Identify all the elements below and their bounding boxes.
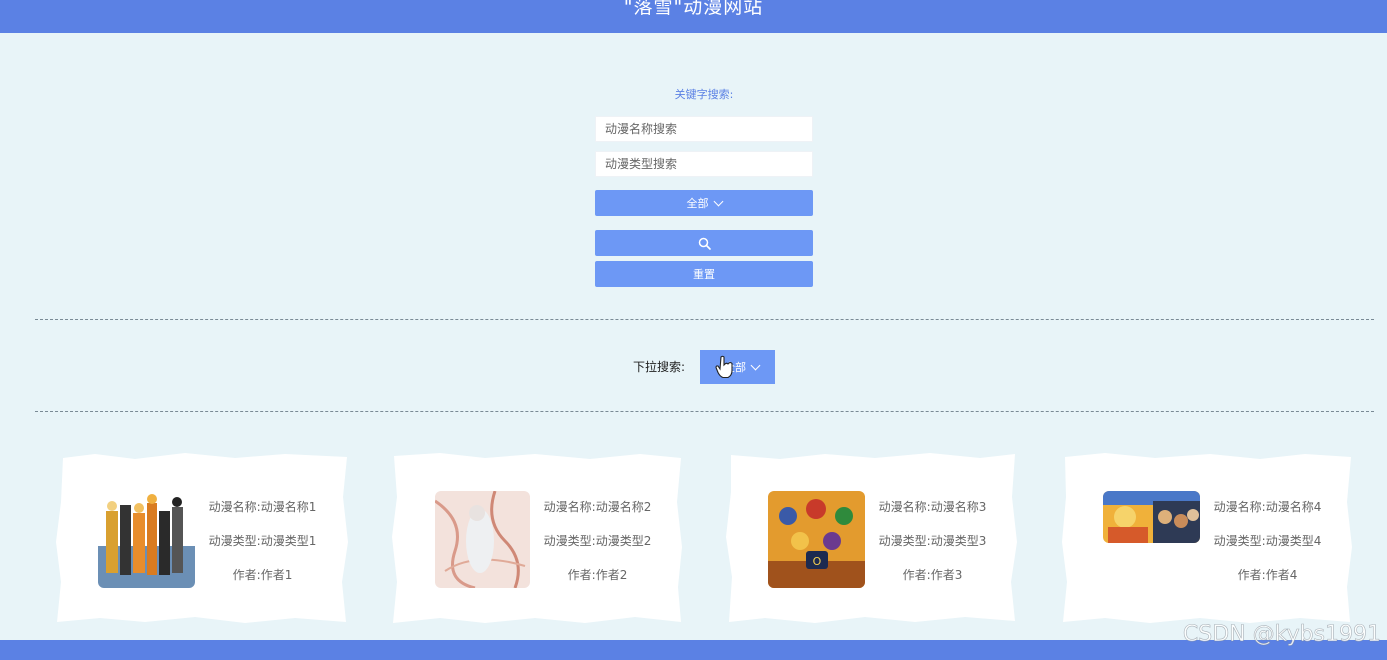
keyword-search-label: 关键字搜索: <box>674 88 734 101</box>
anime-author: 作者:作者4 <box>1237 568 1298 582</box>
divider <box>35 319 1374 320</box>
anime-name: 动漫名称:动漫名称1 <box>208 500 317 514</box>
search-button[interactable] <box>595 230 813 256</box>
watermark: CSDN @kybs1991 <box>1182 622 1382 648</box>
anime-thumbnail <box>98 491 195 588</box>
top-bar: "落雪"动漫网站 <box>0 0 1387 33</box>
anime-name: 动漫名称:动漫名称2 <box>543 500 652 514</box>
category-filter-value: 全部 <box>686 197 709 210</box>
anime-thumbnail <box>1103 491 1200 543</box>
dropdown-search-label: 下拉搜索: <box>633 360 686 374</box>
chevron-down-icon <box>750 360 761 370</box>
divider <box>35 411 1374 412</box>
anime-name: 动漫名称:动漫名称3 <box>878 500 987 514</box>
anime-name: 动漫名称:动漫名称4 <box>1213 500 1322 514</box>
page: "落雪"动漫网站 关键字搜索: 全部 重置 下拉搜索: 全部 <box>0 0 1387 660</box>
search-icon <box>698 237 711 250</box>
anime-thumbnail <box>435 491 530 588</box>
anime-author: 作者:作者1 <box>232 568 293 582</box>
hand-cursor-icon <box>715 355 733 379</box>
anime-type: 动漫类型:动漫类型3 <box>878 534 987 548</box>
anime-card[interactable]: 动漫名称:动漫名称1 动漫类型:动漫类型1 作者:作者1 <box>55 452 348 624</box>
anime-type: 动漫类型:动漫类型1 <box>208 534 317 548</box>
dropdown-search-button[interactable]: 全部 <box>700 350 775 384</box>
anime-card[interactable]: 动漫名称:动漫名称2 动漫类型:动漫类型2 作者:作者2 <box>390 452 683 624</box>
anime-author: 作者:作者2 <box>567 568 628 582</box>
svg-text:O: O <box>813 555 822 568</box>
chevron-down-icon <box>713 196 723 206</box>
anime-name-search-input[interactable] <box>595 116 813 142</box>
anime-thumbnail: O <box>768 491 865 588</box>
category-filter-select[interactable]: 全部 <box>595 190 813 216</box>
anime-author: 作者:作者3 <box>902 568 963 582</box>
anime-type-search-input[interactable] <box>595 151 813 177</box>
anime-card[interactable]: O 动漫名称:动漫名称3 动漫类型:动漫类型3 作者:作者3 <box>725 452 1018 624</box>
anime-card[interactable]: 动漫名称:动漫名称4 动漫类型:动漫类型4 作者:作者4 <box>1060 452 1353 624</box>
anime-type: 动漫类型:动漫类型2 <box>543 534 652 548</box>
footer-bar <box>0 640 1387 660</box>
reset-button-label: 重置 <box>693 268 715 281</box>
site-title: "落雪"动漫网站 <box>623 0 764 18</box>
anime-type: 动漫类型:动漫类型4 <box>1213 534 1322 548</box>
reset-button[interactable]: 重置 <box>595 261 813 287</box>
